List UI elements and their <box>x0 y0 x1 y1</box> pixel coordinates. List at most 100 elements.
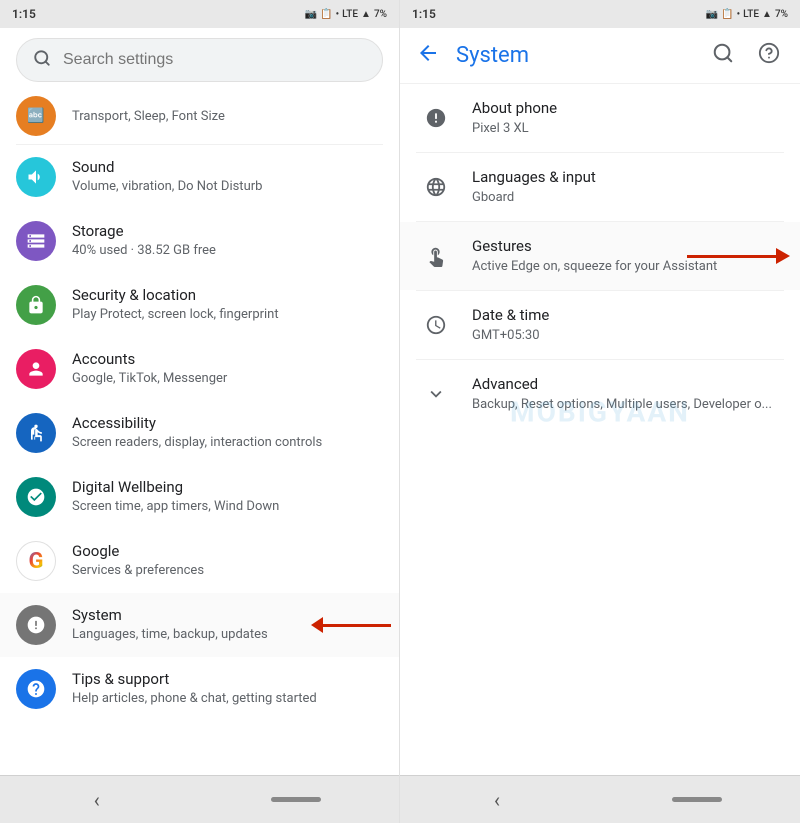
help-icon-btn[interactable] <box>754 38 784 73</box>
google-icon: G <box>16 541 56 581</box>
partial-item-label: Transport, Sleep, Font Size <box>72 109 225 124</box>
dot-icon: • <box>336 9 340 20</box>
google-title: Google <box>72 542 383 562</box>
right-status-bar: 1:15 📷 📋 • LTE ▲ 7% <box>400 0 800 28</box>
settings-list: 🔤 Transport, Sleep, Font Size Sound Volu… <box>0 92 399 775</box>
accessibility-icon <box>16 413 56 453</box>
right-item-advanced[interactable]: Advanced Backup, Reset options, Multiple… <box>400 360 800 428</box>
settings-item-accessibility[interactable]: Accessibility Screen readers, display, i… <box>0 401 399 465</box>
gestures-icon <box>416 236 456 276</box>
search-bar-container <box>0 28 399 92</box>
search-icon <box>33 49 51 72</box>
notification-icon: 📷 <box>305 9 317 20</box>
sound-icon <box>16 157 56 197</box>
right-panel: MOBIGYAAN 1:15 📷 📋 • LTE ▲ 7% System <box>400 0 800 823</box>
system-arrow-annotation <box>311 615 391 635</box>
datetime-title: Date & time <box>472 305 784 326</box>
accounts-subtitle: Google, TikTok, Messenger <box>72 371 383 388</box>
accessibility-title: Accessibility <box>72 414 383 434</box>
digital-icon <box>16 477 56 517</box>
tips-icon <box>16 669 56 709</box>
digital-subtitle: Screen time, app timers, Wind Down <box>72 499 383 516</box>
r-lte-icon: LTE <box>743 9 759 20</box>
right-settings-list: About phone Pixel 3 XL Languages & input… <box>400 84 800 775</box>
languages-icon <box>416 167 456 207</box>
security-text: Security & location Play Protect, screen… <box>72 286 383 323</box>
datetime-subtitle: GMT+05:30 <box>472 328 784 345</box>
about-icon <box>416 98 456 138</box>
right-time: 1:15 <box>412 7 436 21</box>
settings-item-storage[interactable]: Storage 40% used · 38.52 GB free <box>0 209 399 273</box>
right-item-datetime[interactable]: Date & time GMT+05:30 <box>400 291 800 359</box>
right-item-about[interactable]: About phone Pixel 3 XL <box>400 84 800 152</box>
accounts-text: Accounts Google, TikTok, Messenger <box>72 350 383 387</box>
right-item-languages[interactable]: Languages & input Gboard <box>400 153 800 221</box>
about-subtitle: Pixel 3 XL <box>472 121 784 138</box>
left-status-icons: 📷 📋 • LTE ▲ 7% <box>305 9 387 20</box>
google-text: Google Services & preferences <box>72 542 383 579</box>
lte-icon: LTE <box>342 9 358 20</box>
languages-subtitle: Gboard <box>472 190 784 207</box>
digital-text: Digital Wellbeing Screen time, app timer… <box>72 478 383 515</box>
storage-text: Storage 40% used · 38.52 GB free <box>72 222 383 259</box>
sound-subtitle: Volume, vibration, Do Not Disturb <box>72 179 383 196</box>
partial-icon: 🔤 <box>16 96 56 136</box>
accounts-title: Accounts <box>72 350 383 370</box>
right-item-gestures[interactable]: Gestures Active Edge on, squeeze for you… <box>400 222 800 290</box>
tips-text: Tips & support Help articles, phone & ch… <box>72 670 383 707</box>
system-icon <box>16 605 56 645</box>
settings-item-digital[interactable]: Digital Wellbeing Screen time, app timer… <box>0 465 399 529</box>
red-arrow <box>311 615 391 635</box>
signal-icon: ▲ <box>361 9 371 20</box>
gestures-arrow-annotation <box>687 248 790 264</box>
accessibility-subtitle: Screen readers, display, interaction con… <box>72 435 383 452</box>
storage-icon <box>16 221 56 261</box>
advanced-icon <box>416 374 456 414</box>
right-header: System <box>400 28 800 84</box>
languages-title: Languages & input <box>472 167 784 188</box>
page-title: System <box>456 43 692 68</box>
settings-item-tips[interactable]: Tips & support Help articles, phone & ch… <box>0 657 399 721</box>
arrow-head <box>311 617 323 633</box>
r-dot-icon: • <box>737 9 741 20</box>
about-text: About phone Pixel 3 XL <box>472 98 784 138</box>
search-bar[interactable] <box>16 38 383 82</box>
r-sim-icon: 📋 <box>721 9 733 20</box>
digital-title: Digital Wellbeing <box>72 478 383 498</box>
sim-icon: 📋 <box>320 9 332 20</box>
left-panel: 1:15 📷 📋 • LTE ▲ 7% 🔤 Transport, Sleep <box>0 0 400 823</box>
left-back-button[interactable]: ‹ <box>78 780 116 820</box>
advanced-title: Advanced <box>472 374 784 395</box>
languages-text: Languages & input Gboard <box>472 167 784 207</box>
arrow-line <box>323 624 391 627</box>
search-icon-btn[interactable] <box>708 38 738 73</box>
left-nav-pill[interactable] <box>271 797 321 802</box>
settings-item-system[interactable]: System Languages, time, backup, updates <box>0 593 399 657</box>
advanced-subtitle: Backup, Reset options, Multiple users, D… <box>472 397 784 414</box>
r-signal-icon: ▲ <box>762 9 772 20</box>
security-icon <box>16 285 56 325</box>
left-status-bar: 1:15 📷 📋 • LTE ▲ 7% <box>0 0 399 28</box>
left-time: 1:15 <box>12 7 36 21</box>
settings-item-sound[interactable]: Sound Volume, vibration, Do Not Disturb <box>0 145 399 209</box>
left-nav-bar: ‹ <box>0 775 399 823</box>
about-title: About phone <box>472 98 784 119</box>
right-back-button[interactable]: ‹ <box>478 780 516 820</box>
partial-settings-item[interactable]: 🔤 Transport, Sleep, Font Size <box>0 92 399 144</box>
battery-text: 7% <box>374 9 387 20</box>
settings-item-security[interactable]: Security & location Play Protect, screen… <box>0 273 399 337</box>
back-button[interactable] <box>416 41 440 71</box>
security-subtitle: Play Protect, screen lock, fingerprint <box>72 307 383 324</box>
settings-item-accounts[interactable]: Accounts Google, TikTok, Messenger <box>0 337 399 401</box>
settings-item-google[interactable]: G Google Services & preferences <box>0 529 399 593</box>
advanced-text: Advanced Backup, Reset options, Multiple… <box>472 374 784 414</box>
datetime-icon <box>416 305 456 345</box>
search-input[interactable] <box>63 51 366 69</box>
storage-title: Storage <box>72 222 383 242</box>
gestures-arrow-line <box>687 255 777 258</box>
right-nav-pill[interactable] <box>672 797 722 802</box>
google-subtitle: Services & preferences <box>72 563 383 580</box>
gestures-arrow-head <box>776 248 790 264</box>
tips-subtitle: Help articles, phone & chat, getting sta… <box>72 691 383 708</box>
r-notification-icon: 📷 <box>706 9 718 20</box>
